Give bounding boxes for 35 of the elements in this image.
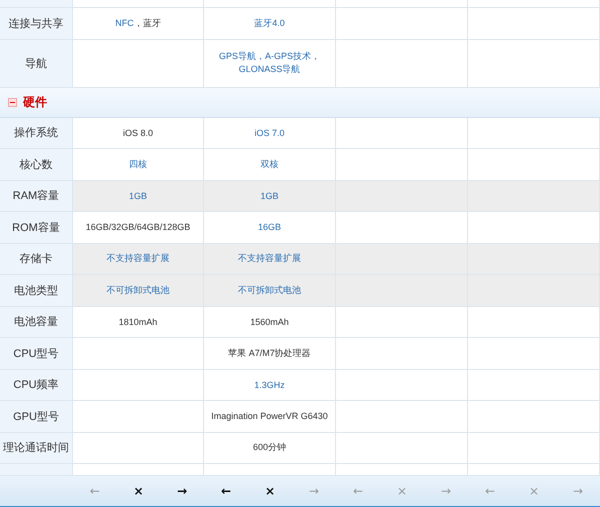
table-cell[interactable]: 1GB bbox=[73, 180, 204, 212]
move-right-button[interactable]: → bbox=[173, 484, 192, 498]
remove-button[interactable]: × bbox=[129, 484, 148, 498]
collapse-icon[interactable] bbox=[8, 98, 17, 106]
remove-button[interactable]: × bbox=[260, 484, 280, 498]
row-label: 电池容量 bbox=[0, 306, 73, 338]
table-cell[interactable]: iOS 7.0 bbox=[204, 118, 336, 149]
table-cell: iOS 8.0 bbox=[73, 118, 204, 149]
table-cell: 1560mAh bbox=[204, 306, 336, 338]
move-left-button[interactable]: ← bbox=[216, 484, 236, 498]
row-label: 电池类型 bbox=[0, 275, 73, 306]
row-label: RAM容量 bbox=[0, 180, 73, 212]
table-cell[interactable]: 不支持容量扩展 bbox=[204, 244, 336, 275]
table-cell: Imagination PowerVR G6430 bbox=[204, 401, 336, 432]
row-label: 操作系统 bbox=[0, 118, 73, 149]
row-label: ROM容量 bbox=[0, 212, 73, 244]
row-label: GPU型号 bbox=[0, 401, 73, 432]
row-label: 核心数 bbox=[0, 149, 73, 180]
row-label: 导航 bbox=[0, 40, 73, 88]
table-cell[interactable]: 1GB bbox=[204, 180, 336, 212]
table-cell[interactable]: NFC，蓝牙 bbox=[73, 8, 204, 40]
row-label: CPU型号 bbox=[0, 338, 73, 370]
table-cell: 苹果 A7/M7协处理器 bbox=[204, 338, 336, 370]
table-cell: 600分钟 bbox=[204, 432, 336, 464]
table-cell[interactable]: 不可拆卸式电池 bbox=[204, 275, 336, 306]
row-label: CPU频率 bbox=[0, 370, 73, 401]
table-cell: 1810mAh bbox=[73, 306, 204, 338]
table-cell[interactable]: 1.3GHz bbox=[204, 370, 336, 401]
table-cell[interactable]: 不支持容量扩展 bbox=[73, 244, 204, 275]
table-cell[interactable]: 不可拆卸式电池 bbox=[73, 275, 204, 306]
table-cell[interactable]: 蓝牙4.0 bbox=[204, 8, 336, 40]
section-header[interactable]: 硬件 bbox=[0, 88, 600, 118]
row-label: 理论通话时间 bbox=[0, 432, 73, 464]
row-label: 存储卡 bbox=[0, 244, 73, 275]
row-label: 连接与共享 bbox=[0, 8, 73, 40]
